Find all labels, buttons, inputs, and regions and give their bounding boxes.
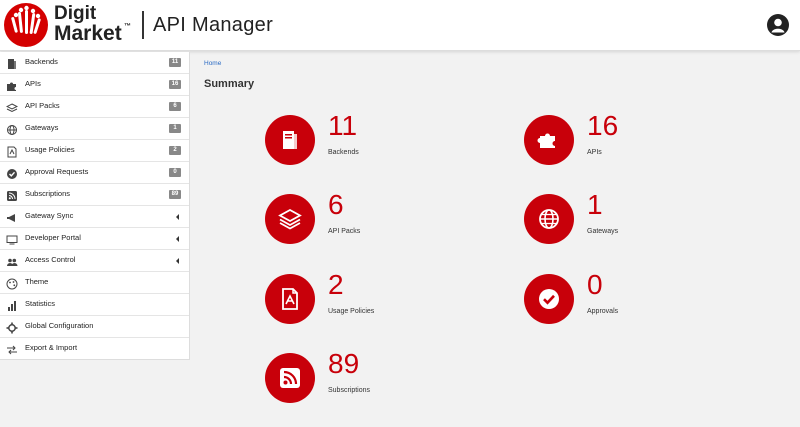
card-label: Subscriptions bbox=[328, 387, 371, 394]
card-count: 2 bbox=[328, 269, 344, 300]
card-label: API Packs bbox=[328, 228, 361, 235]
summary-card-usage-policies[interactable]: 2 Usage Policies bbox=[265, 269, 465, 334]
count-badge: 0 bbox=[169, 168, 181, 177]
sidebar-item-access-control[interactable]: Access Control bbox=[0, 250, 189, 272]
palette-icon bbox=[6, 277, 18, 290]
count-badge: 6 bbox=[169, 102, 181, 111]
server-icon bbox=[265, 115, 315, 165]
server-icon bbox=[6, 57, 18, 69]
sidebar-item-apis[interactable]: APIs 16 bbox=[0, 74, 189, 96]
summary-card-api-packs[interactable]: 6 API Packs bbox=[265, 189, 465, 254]
card-count: 6 bbox=[328, 189, 344, 220]
sidebar-item-label: Backends bbox=[25, 57, 58, 66]
card-count: 0 bbox=[587, 269, 603, 300]
card-label: Approvals bbox=[587, 308, 619, 315]
card-count: 16 bbox=[587, 110, 619, 141]
megaphone-icon bbox=[6, 211, 18, 223]
sidebar-item-label: Global Configuration bbox=[25, 321, 94, 330]
page-title: Summary bbox=[204, 78, 255, 90]
card-count: 89 bbox=[328, 348, 360, 379]
count-badge: 11 bbox=[169, 58, 181, 67]
puzzle-icon bbox=[524, 115, 574, 165]
summary-card-backends[interactable]: 11 Backends bbox=[265, 110, 465, 175]
summary-card-gateways[interactable]: 1 Gateways bbox=[524, 189, 724, 254]
card-label: APIs bbox=[587, 149, 602, 156]
sidebar-item-global-configuration[interactable]: Global Configuration bbox=[0, 316, 189, 338]
sidebar-item-backends[interactable]: Backends 11 bbox=[0, 52, 189, 74]
sidebar-item-label: Statistics bbox=[25, 299, 56, 308]
monitor-icon bbox=[6, 233, 18, 245]
count-badge: 2 bbox=[169, 146, 181, 155]
count-badge: 16 bbox=[169, 80, 181, 89]
sidebar-item-label: Usage Policies bbox=[25, 145, 75, 154]
card-label: Usage Policies bbox=[328, 308, 375, 315]
sidebar-item-export-import[interactable]: Export & Import bbox=[0, 338, 189, 360]
app-title: API Manager bbox=[153, 14, 274, 36]
layers-icon bbox=[265, 194, 315, 244]
breadcrumb-home-link[interactable]: Home bbox=[204, 60, 221, 67]
summary-card-apis[interactable]: 16 APIs bbox=[524, 110, 724, 175]
logo-hands-icon bbox=[4, 3, 48, 47]
card-label: Gateways bbox=[587, 228, 619, 235]
expand-caret-icon[interactable] bbox=[176, 214, 179, 220]
bar-chart-icon bbox=[6, 299, 18, 311]
globe-icon bbox=[6, 123, 18, 135]
logo-line-1: Digit bbox=[54, 3, 97, 24]
gear-icon bbox=[6, 321, 18, 334]
logo-line-2: Market bbox=[54, 22, 122, 45]
summary-card-approvals[interactable]: 0 Approvals bbox=[524, 269, 724, 334]
count-badge: 89 bbox=[169, 190, 181, 199]
exchange-icon bbox=[6, 343, 18, 355]
trademark-symbol: ™ bbox=[124, 23, 131, 30]
summary-card-subscriptions[interactable]: 89 Subscriptions bbox=[265, 348, 465, 413]
logo-wordmark: Digit Market bbox=[54, 3, 122, 45]
sidebar-item-label: Access Control bbox=[25, 255, 76, 264]
sidebar-item-theme[interactable]: Theme bbox=[0, 272, 189, 294]
check-circle-icon bbox=[524, 274, 574, 324]
rss-icon bbox=[6, 189, 18, 201]
rss-icon bbox=[265, 353, 315, 403]
app-header: Digit Market ™ API Manager bbox=[0, 0, 800, 51]
count-badge: 1 bbox=[169, 124, 181, 133]
sidebar-item-label: Approval Requests bbox=[25, 167, 89, 176]
sidebar-item-label: Export & Import bbox=[25, 343, 78, 352]
check-circle-icon bbox=[6, 167, 18, 179]
sidebar-nav: Backends 11 APIs 16 API Packs 6 Gateways… bbox=[0, 52, 190, 360]
expand-caret-icon[interactable] bbox=[176, 236, 179, 242]
puzzle-icon bbox=[6, 79, 18, 91]
header-divider bbox=[142, 11, 144, 39]
sidebar-item-subscriptions[interactable]: Subscriptions 89 bbox=[0, 184, 189, 206]
sidebar-item-approval-requests[interactable]: Approval Requests 0 bbox=[0, 162, 189, 184]
card-count: 11 bbox=[328, 110, 358, 141]
card-count: 1 bbox=[587, 189, 603, 220]
expand-caret-icon[interactable] bbox=[176, 258, 179, 264]
sidebar-item-label: Developer Portal bbox=[25, 233, 81, 242]
globe-icon bbox=[524, 194, 574, 244]
sidebar-item-label: APIs bbox=[25, 79, 41, 88]
sidebar-item-gateways[interactable]: Gateways 1 bbox=[0, 118, 189, 140]
sidebar-item-developer-portal[interactable]: Developer Portal bbox=[0, 228, 189, 250]
sidebar-item-usage-policies[interactable]: Usage Policies 2 bbox=[0, 140, 189, 162]
layers-icon bbox=[5, 101, 19, 113]
card-label: Backends bbox=[328, 149, 359, 156]
sidebar-item-label: API Packs bbox=[25, 101, 60, 110]
users-icon bbox=[6, 255, 18, 267]
sidebar-item-label: Theme bbox=[25, 277, 49, 286]
user-account-icon[interactable] bbox=[767, 14, 789, 36]
sidebar-item-statistics[interactable]: Statistics bbox=[0, 294, 189, 316]
policy-icon bbox=[6, 145, 18, 158]
sidebar-item-gateway-sync[interactable]: Gateway Sync bbox=[0, 206, 189, 228]
sidebar-item-label: Gateway Sync bbox=[25, 211, 74, 220]
sidebar-item-api-packs[interactable]: API Packs 6 bbox=[0, 96, 189, 118]
sidebar-item-label: Gateways bbox=[25, 123, 59, 132]
policy-icon bbox=[265, 274, 315, 324]
sidebar-item-label: Subscriptions bbox=[25, 189, 71, 198]
